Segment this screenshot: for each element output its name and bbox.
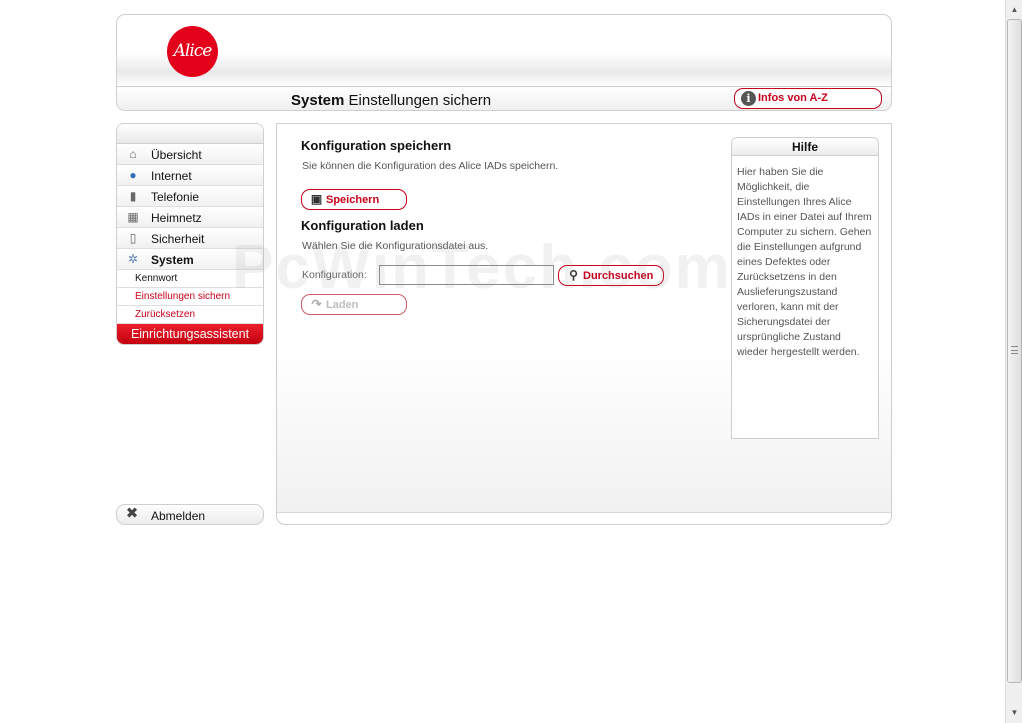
header: Alice System Einstellungen sichern i Inf… bbox=[116, 14, 892, 111]
scroll-down-arrow-icon[interactable]: ▼ bbox=[1007, 705, 1022, 720]
sidebar-item-label: Telefonie bbox=[151, 190, 200, 204]
config-file-input[interactable] bbox=[379, 265, 554, 285]
info-icon: i bbox=[741, 91, 756, 106]
sidebar-item-label: Internet bbox=[151, 169, 192, 183]
scroll-up-arrow-icon[interactable]: ▲ bbox=[1007, 2, 1022, 17]
magnifier-icon: ⚲ bbox=[569, 268, 578, 282]
house-icon: ⌂ bbox=[129, 147, 137, 161]
save-section-title: Konfiguration speichern bbox=[301, 138, 452, 153]
phone-icon: ▮ bbox=[129, 189, 137, 203]
sidebar-item-telefonie[interactable]: ▮ Telefonie bbox=[117, 186, 263, 207]
infos-a-z-button[interactable]: i Infos von A-Z bbox=[734, 88, 882, 109]
arrow-down-icon: ↷ bbox=[311, 297, 322, 311]
content-footer bbox=[277, 512, 891, 524]
sidebar-item-internet[interactable]: ● Internet bbox=[117, 165, 263, 186]
page-title-section: System bbox=[291, 92, 345, 109]
config-field-label: Konfiguration: bbox=[302, 269, 367, 281]
help-panel: Hilfe Hier haben Sie die Möglichkeit, di… bbox=[731, 137, 879, 439]
save-button-label: Speichern bbox=[326, 194, 380, 206]
infos-a-z-label: Infos von A-Z bbox=[758, 92, 828, 104]
page-title: System Einstellungen sichern bbox=[291, 92, 491, 109]
sidebar-item-sicherheit[interactable]: ▯ Sicherheit bbox=[117, 228, 263, 249]
close-icon: ✖ bbox=[125, 505, 139, 522]
sidebar-item-system[interactable]: ✲ System bbox=[117, 249, 263, 270]
sidebar-header bbox=[117, 124, 263, 144]
help-title: Hilfe bbox=[732, 138, 878, 156]
title-bar: System Einstellungen sichern i Infos von… bbox=[117, 86, 891, 110]
sidebar-item-heimnetz[interactable]: ▦ Heimnetz bbox=[117, 207, 263, 228]
lock-icon: ▯ bbox=[129, 231, 137, 245]
sidebar-item-label: Übersicht bbox=[151, 148, 202, 162]
sidebar-item-label: Heimnetz bbox=[151, 211, 202, 225]
load-section-title: Konfiguration laden bbox=[301, 218, 424, 233]
main-content: Konfiguration speichern Sie können die K… bbox=[276, 123, 892, 525]
page-title-subpage: Einstellungen sichern bbox=[344, 92, 492, 109]
sidebar-subitem-einstellungen-sichern[interactable]: Einstellungen sichern bbox=[117, 288, 263, 306]
floppy-disk-icon: ▣ bbox=[310, 192, 323, 206]
logout-button[interactable]: ✖ Abmelden bbox=[116, 504, 264, 525]
logout-label: Abmelden bbox=[151, 509, 206, 523]
globe-icon: ● bbox=[129, 168, 137, 182]
browse-button[interactable]: ⚲ Durchsuchen bbox=[558, 265, 664, 286]
save-button[interactable]: ▣ Speichern bbox=[301, 189, 407, 210]
load-button[interactable]: ↷ Laden bbox=[301, 294, 407, 315]
sidebar-item-label: System bbox=[151, 253, 194, 267]
sidebar-item-uebersicht[interactable]: ⌂ Übersicht bbox=[117, 144, 263, 165]
help-text: Hier haben Sie die Möglichkeit, die Eins… bbox=[737, 166, 872, 358]
network-icon: ▦ bbox=[127, 210, 139, 224]
vertical-scrollbar[interactable]: ▲ ▼ bbox=[1005, 0, 1022, 723]
load-section-description: Wählen Sie die Konfigurationsdatei aus. bbox=[302, 240, 489, 252]
sidebar-subitem-zuruecksetzen[interactable]: Zurücksetzen bbox=[117, 306, 263, 324]
save-section-description: Sie können die Konfiguration des Alice I… bbox=[302, 160, 559, 172]
scrollbar-thumb[interactable] bbox=[1007, 19, 1022, 683]
sidebar-nav: ⌂ Übersicht ● Internet ▮ Telefonie ▦ Hei… bbox=[116, 123, 264, 345]
browse-button-label: Durchsuchen bbox=[583, 270, 654, 282]
gears-icon: ✲ bbox=[127, 252, 139, 266]
setup-wizard-button[interactable]: Einrichtungsassistent bbox=[117, 324, 263, 344]
sidebar-item-label: Sicherheit bbox=[151, 232, 205, 246]
sidebar-subitem-kennwort[interactable]: Kennwort bbox=[117, 270, 263, 288]
grip-icon bbox=[1011, 346, 1018, 354]
load-button-label: Laden bbox=[326, 299, 359, 311]
alice-logo[interactable]: Alice bbox=[167, 26, 218, 77]
